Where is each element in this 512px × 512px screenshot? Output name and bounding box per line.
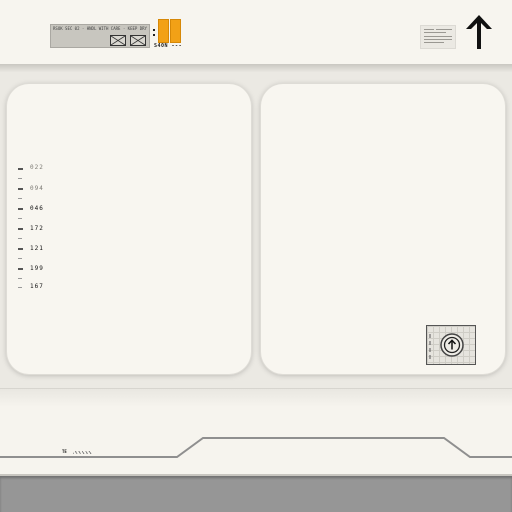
scale-tick [18, 248, 23, 250]
scale-label: 172 [30, 225, 44, 232]
bottom-route-line [0, 437, 512, 458]
scale-tick [18, 278, 22, 279]
scale-tick [18, 188, 23, 190]
scale-tick [18, 238, 22, 239]
right-panel [261, 84, 505, 374]
scale-label: 199 [30, 265, 44, 272]
left-panel: 022 094 046 172 121 199 167 [7, 84, 251, 374]
scale-label: 094 [30, 185, 44, 192]
checkbox-crossed-icon[interactable] [130, 35, 146, 46]
circle-up-arrow-icon [429, 333, 464, 359]
scale-tick [18, 208, 23, 210]
numeric-scale: 022 094 046 172 121 199 167 [18, 162, 78, 297]
upload-button[interactable] [426, 325, 476, 365]
orange-bar-right [170, 19, 181, 43]
top-bar-shadow [0, 64, 512, 72]
scale-label: 022 [30, 164, 44, 171]
orange-bars-indicator: S40N --- [153, 19, 183, 49]
scale-tick [18, 287, 22, 288]
checkbox-empty-icon[interactable] [110, 35, 126, 46]
scale-label: 121 [30, 245, 44, 252]
hatch-mark [73, 451, 92, 454]
scale-tick [18, 228, 23, 230]
top-bar: RSOK SEC 02 · HNDL WITH CARE · KEEP DRY … [0, 0, 512, 65]
scale-tick [18, 198, 22, 199]
up-arrow-icon[interactable] [465, 14, 493, 50]
footer-bar [0, 476, 512, 512]
scale-tick [18, 268, 23, 270]
label-fine-print: RSOK SEC 02 · HNDL WITH CARE · KEEP DRY … [53, 26, 147, 31]
scale-label: 046 [30, 205, 44, 212]
scale-label: 167 [30, 283, 44, 290]
orange-code: S40N --- [154, 43, 183, 49]
document-icon[interactable] [420, 25, 456, 49]
shipping-label: RSOK SEC 02 · HNDL WITH CARE · KEEP DRY … [50, 24, 150, 48]
orange-bar-left [158, 19, 169, 43]
footer-code: TE [62, 449, 67, 454]
scale-tick [18, 168, 23, 170]
scale-tick [18, 178, 22, 179]
scale-tick [18, 258, 22, 259]
scale-tick [18, 218, 22, 219]
